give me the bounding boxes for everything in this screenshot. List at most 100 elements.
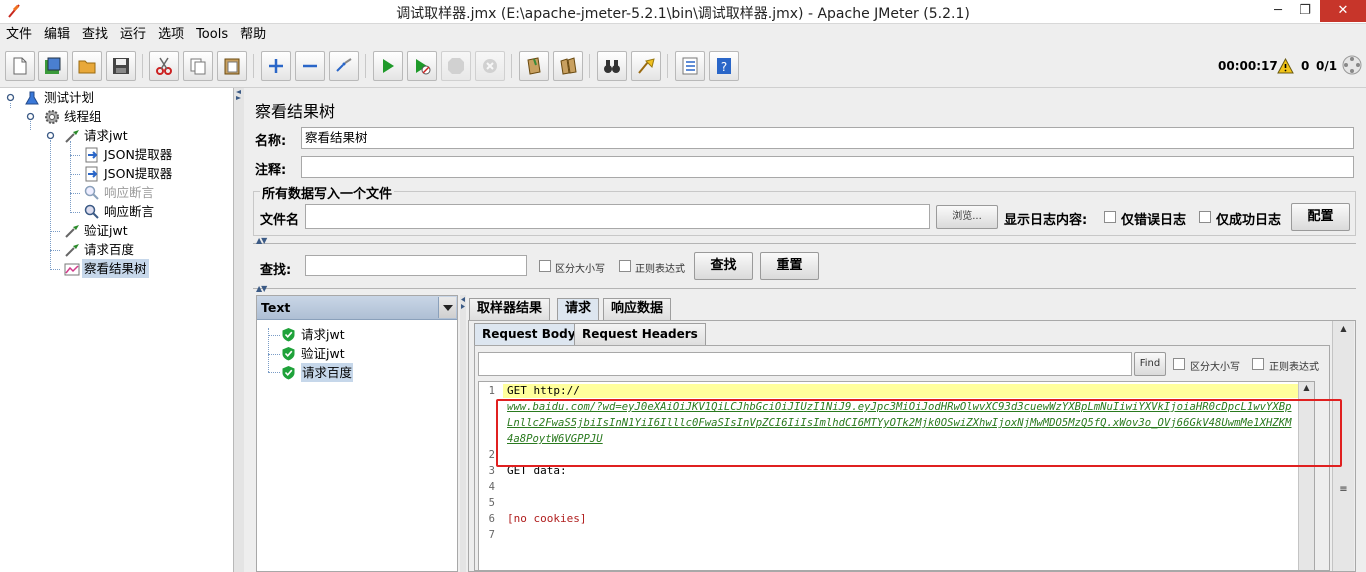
body-regex-checkbox[interactable] — [1252, 358, 1264, 370]
chevron-down-icon — [443, 305, 453, 311]
paste-button[interactable] — [217, 51, 247, 81]
tree-splitter[interactable] — [234, 88, 244, 572]
case-sensitive-checkbox[interactable] — [539, 260, 551, 272]
folder-open-icon — [78, 60, 96, 74]
configure-button[interactable]: 配置 — [1291, 203, 1350, 231]
shutdown-icon — [483, 59, 497, 73]
regex-checkbox[interactable] — [619, 260, 631, 272]
success-only-checkbox[interactable] — [1199, 211, 1211, 223]
group-title: 所有数据写入一个文件 — [260, 183, 395, 202]
broom-reset-icon — [638, 58, 655, 74]
menu-search[interactable]: 查找 — [76, 24, 114, 45]
copy-icon — [190, 58, 206, 75]
line-number: 5 — [488, 497, 495, 509]
expand-toggle-icon[interactable] — [46, 131, 55, 140]
close-button[interactable]: ✕ — [1320, 0, 1366, 22]
cut-button[interactable] — [149, 51, 179, 81]
menu-run[interactable]: 运行 — [114, 24, 152, 45]
copy-button[interactable] — [183, 51, 213, 81]
templates-button[interactable] — [38, 51, 68, 81]
magnifier-icon — [84, 204, 99, 219]
filename-field[interactable] — [305, 204, 930, 229]
view-results-tree-panel: 察看结果树 名称: 察看结果树 注释: 所有数据写入一个文件 文件名 浏览...… — [244, 88, 1366, 572]
find-button[interactable]: 查找 — [694, 252, 753, 280]
line-number: 1 — [488, 385, 495, 397]
start-button[interactable] — [373, 51, 403, 81]
tree-item-label: 响应断言 — [104, 204, 155, 219]
start-no-pauses-button[interactable] — [407, 51, 437, 81]
line-number: 3 — [488, 465, 495, 477]
play-no-timer-icon — [416, 59, 431, 75]
dropdown-arrow[interactable] — [438, 297, 456, 318]
toggle-button[interactable] — [329, 51, 359, 81]
open-button[interactable] — [72, 51, 102, 81]
clear-button[interactable] — [519, 51, 549, 81]
cookies-line: [no cookies] — [507, 512, 587, 525]
expand-toggle-icon[interactable] — [26, 112, 35, 121]
search-input[interactable] — [305, 255, 527, 276]
list-icon — [682, 57, 698, 75]
body-find-button[interactable]: Find — [1134, 352, 1166, 376]
save-button[interactable] — [106, 51, 136, 81]
minimize-button[interactable]: ─ — [1264, 0, 1292, 22]
tree-item-label: JSON提取器 — [104, 147, 173, 162]
scroll-up-arrow-icon[interactable]: ▲ — [1299, 383, 1314, 392]
scroll-up-arrow-icon[interactable]: ▲ — [1333, 324, 1354, 333]
menu-edit[interactable]: 编辑 — [38, 24, 76, 45]
splitter-arrows-icon[interactable]: ▲▼ — [256, 284, 267, 293]
body-search-input[interactable] — [478, 352, 1132, 376]
tree-item-label: 察看结果树 — [82, 259, 149, 278]
tab-request-headers[interactable]: Request Headers — [574, 323, 706, 345]
menu-options[interactable]: 选项 — [152, 24, 190, 45]
tree-item-label: 响应断言 — [104, 185, 155, 200]
menu-file[interactable]: 文件 — [0, 24, 38, 45]
success-shield-icon — [282, 347, 295, 361]
expand-right-arrow-icon[interactable] — [236, 96, 241, 100]
search-label: 查找: — [260, 263, 292, 278]
line-number: 7 — [488, 529, 495, 541]
test-plan-tree: 测试计划 线程组 请求jwt JSON提取器 JSON提取器 响应断言 响应断言… — [0, 88, 234, 572]
expand-all-button[interactable] — [261, 51, 291, 81]
help-button[interactable]: ? — [709, 51, 739, 81]
binoculars-icon — [604, 60, 620, 73]
broom-icon — [527, 57, 541, 75]
svg-text:?: ? — [721, 60, 727, 74]
maximize-button[interactable]: ❐ — [1291, 0, 1319, 22]
regex-label: 正则表达式 — [635, 264, 685, 275]
name-field[interactable]: 察看结果树 — [301, 127, 1354, 149]
toolbar: ? 00:00:17 0 0/1 — [0, 46, 1366, 88]
search-button[interactable] — [597, 51, 627, 81]
tab-request[interactable]: 请求 — [557, 298, 600, 320]
collapse-all-button[interactable] — [295, 51, 325, 81]
browse-button[interactable]: 浏览... — [936, 205, 998, 229]
errors-only-checkbox[interactable] — [1104, 211, 1116, 223]
clear-all-button[interactable] — [553, 51, 583, 81]
tab-sampler-result[interactable]: 取样器结果 — [469, 298, 551, 320]
menu-help[interactable]: 帮助 — [234, 24, 272, 45]
stop-button[interactable] — [441, 51, 471, 81]
collapse-left-arrow-icon[interactable] — [236, 90, 241, 94]
shutdown-button[interactable] — [475, 51, 505, 81]
tree-item-label: 请求百度 — [84, 242, 135, 257]
menu-tools[interactable]: Tools — [190, 24, 234, 45]
tab-response-data[interactable]: 响应数据 — [603, 298, 672, 320]
collapse-left-arrow-icon[interactable] — [461, 297, 465, 302]
new-button[interactable] — [5, 51, 35, 81]
comment-field[interactable] — [301, 156, 1354, 178]
plus-icon — [269, 59, 283, 73]
scroll-grip-icon[interactable]: ≡ — [1333, 484, 1354, 495]
tree-item-label: 请求jwt — [84, 128, 128, 143]
renderer-select[interactable]: Text — [257, 296, 457, 320]
name-label: 名称: — [255, 134, 287, 149]
results-splitter[interactable] — [460, 295, 466, 572]
reset-search-button[interactable] — [631, 51, 661, 81]
warning-icon[interactable] — [1277, 58, 1294, 74]
reset-button[interactable]: 重置 — [760, 252, 819, 280]
function-helper-button[interactable] — [675, 51, 705, 81]
expand-right-arrow-icon[interactable] — [461, 304, 465, 309]
tab-request-body[interactable]: Request Body — [474, 323, 584, 345]
body-case-sensitive-checkbox[interactable] — [1173, 358, 1185, 370]
http-sampler-pipette-icon — [65, 244, 79, 257]
expand-toggle-icon[interactable] — [6, 93, 15, 102]
splitter-arrows-icon[interactable]: ▲▼ — [256, 236, 267, 245]
